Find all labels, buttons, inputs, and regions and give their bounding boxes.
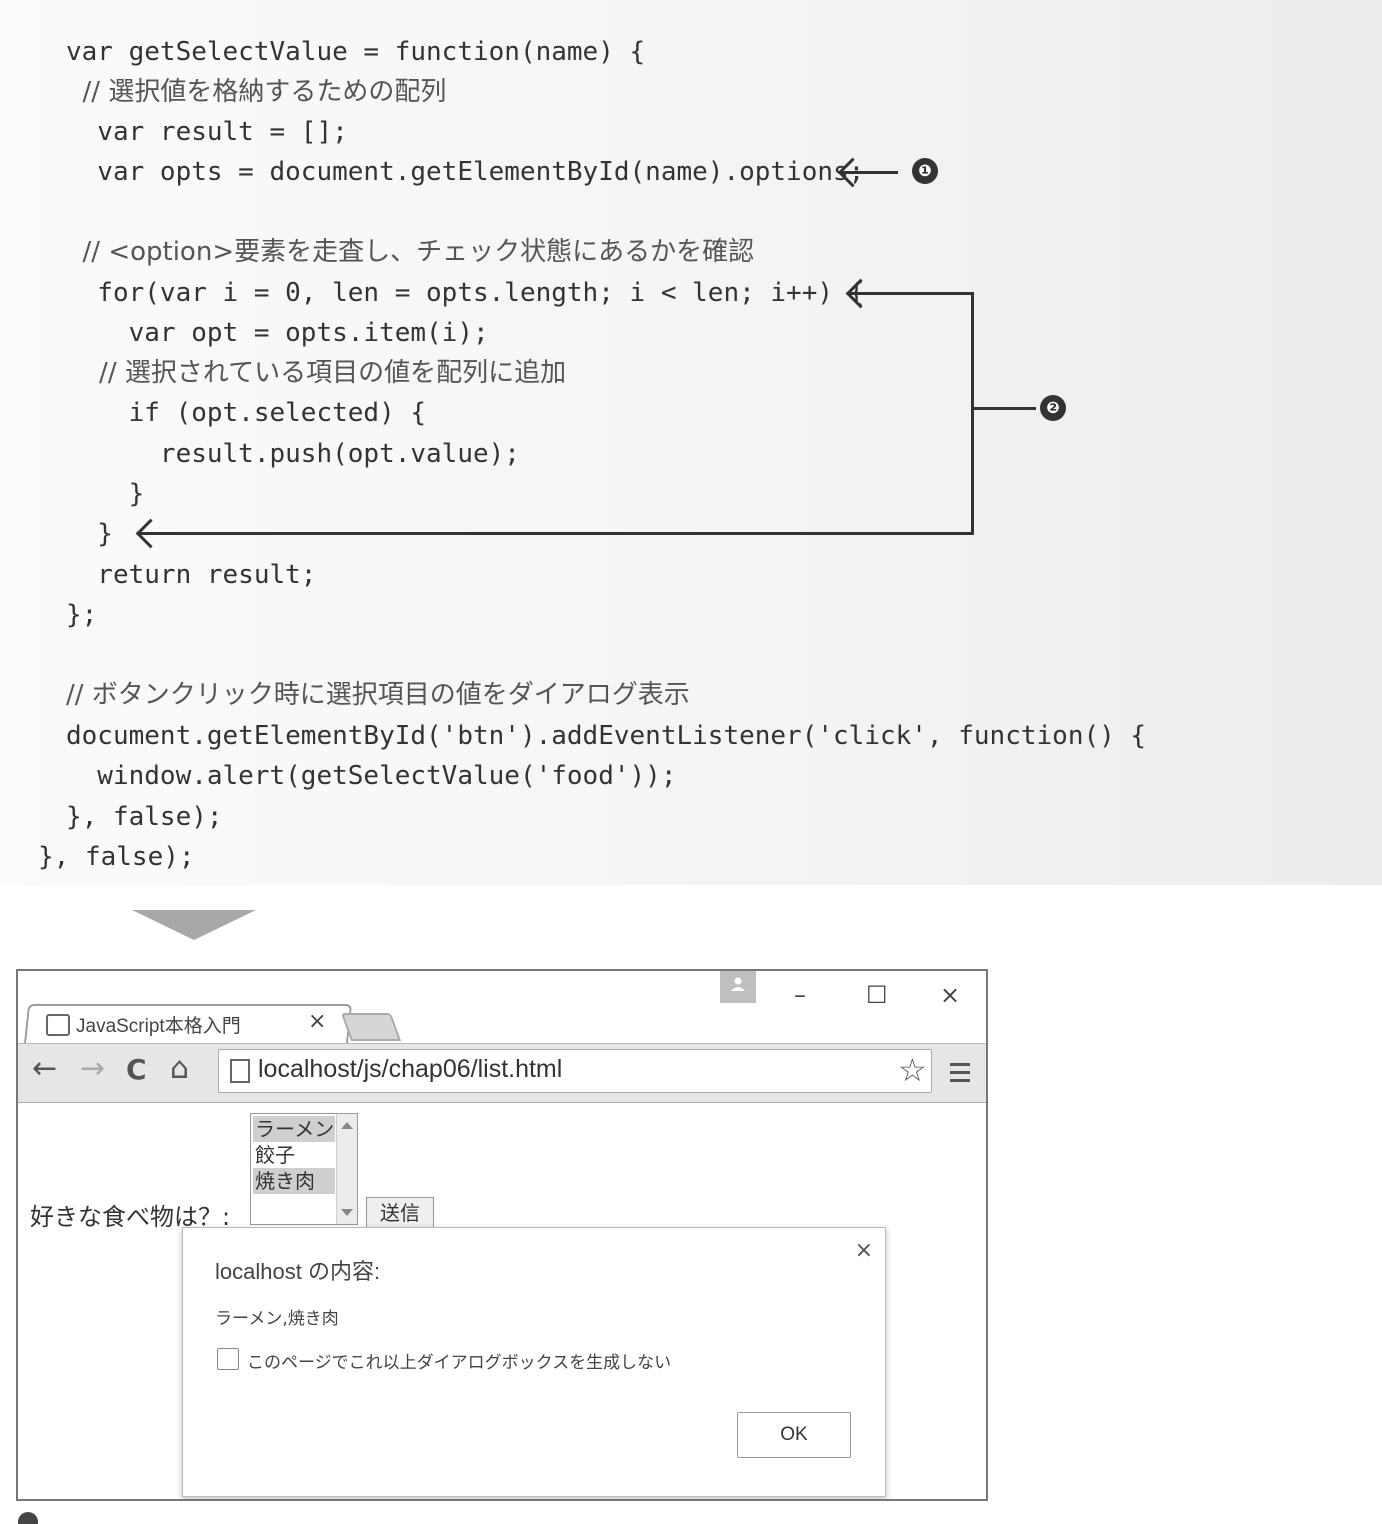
submit-button[interactable]: 送信 xyxy=(366,1197,434,1229)
annotation-2-pointer-line xyxy=(974,407,1036,410)
scroll-up-icon[interactable] xyxy=(341,1122,353,1129)
code-line-11: result.push(opt.value); xyxy=(66,439,520,469)
code-line-15: }; xyxy=(66,600,98,630)
suppress-dialogs-checkbox[interactable] xyxy=(217,1348,239,1370)
bookmark-star-icon[interactable]: ☆ xyxy=(898,1051,927,1089)
code-line-12: } xyxy=(66,479,145,509)
code-line-18: document.getElementById('btn').addEventL… xyxy=(66,721,1147,751)
forward-button[interactable]: → xyxy=(80,1051,105,1086)
code-line-2: // 選択値を格納するための配列 xyxy=(66,77,447,107)
code-listing: var getSelectValue = function(name) { //… xyxy=(0,0,1382,885)
caption-marker-icon xyxy=(18,1512,38,1524)
ok-button[interactable]: OK xyxy=(737,1412,851,1458)
hamburger-menu-icon[interactable] xyxy=(950,1063,970,1087)
tab-close-button[interactable]: × xyxy=(308,1009,326,1034)
maximize-button[interactable]: ☐ xyxy=(866,981,888,1009)
alert-dialog: × localhost の内容: ラーメン,焼き肉 このページでこれ以上ダイアロ… xyxy=(182,1227,886,1497)
suppress-dialogs-label[interactable]: このページでこれ以上ダイアログボックスを生成しない xyxy=(247,1348,671,1373)
annotation-2-bottom-line xyxy=(140,532,974,535)
new-tab-button[interactable] xyxy=(340,1013,402,1041)
profile-icon xyxy=(731,977,745,991)
annotation-2-badge: ❷ xyxy=(1040,395,1066,421)
code-line-9: // 選択されている項目の値を配列に追加 xyxy=(66,358,567,388)
option-ramen[interactable]: ラーメン xyxy=(253,1116,335,1142)
code-line-14: return result; xyxy=(66,560,317,590)
option-yakiniku[interactable]: 焼き肉 xyxy=(253,1168,335,1194)
annotation-2-vertical-line xyxy=(971,292,974,535)
code-line-8: var opt = opts.item(i); xyxy=(66,318,489,348)
code-line-7: for(var i = 0, len = opts.length; i < le… xyxy=(66,278,865,308)
code-line-1: var getSelectValue = function(name) { xyxy=(66,37,646,67)
code-line-21: }, false); xyxy=(38,842,195,872)
dialog-title: localhost の内容: xyxy=(215,1259,381,1284)
code-line-3: var result = []; xyxy=(66,117,348,147)
code-line-13: } xyxy=(66,519,113,549)
page-favicon-icon xyxy=(46,1014,70,1036)
dialog-message: ラーメン,焼き肉 xyxy=(215,1309,339,1329)
close-window-button[interactable]: × xyxy=(940,981,960,1009)
listbox-scrollbar[interactable] xyxy=(336,1114,357,1224)
page-icon xyxy=(230,1059,250,1083)
code-line-20: }, false); xyxy=(66,802,223,832)
url-text[interactable]: localhost/js/chap06/list.html xyxy=(258,1055,562,1084)
reload-button[interactable]: C xyxy=(126,1053,147,1086)
annotation-2-bottom-arrowhead xyxy=(135,518,166,549)
code-line-4: var opts = document.getElementById(name)… xyxy=(66,157,865,187)
option-gyoza[interactable]: 餃子 xyxy=(253,1142,335,1168)
code-line-10: if (opt.selected) { xyxy=(66,398,427,428)
food-listbox[interactable]: ラーメン 餃子 焼き肉 xyxy=(250,1113,358,1225)
down-arrow-icon xyxy=(132,910,256,940)
code-line-19: window.alert(getSelectValue('food')); xyxy=(66,761,677,791)
annotation-1-badge: ❶ xyxy=(912,158,938,184)
code-line-6: // <option>要素を走査し、チェック状態にあるかを確認 xyxy=(66,237,755,267)
dialog-close-button[interactable]: × xyxy=(855,1238,873,1263)
browser-window: JavaScript本格入門 × – ☐ × ← → C ⌂ localhost… xyxy=(16,969,988,1501)
home-button[interactable]: ⌂ xyxy=(170,1051,189,1086)
scroll-down-icon[interactable] xyxy=(341,1209,353,1216)
tab-title: JavaScript本格入門 xyxy=(76,1016,241,1037)
code-line-17: // ボタンクリック時に選択項目の値をダイアログ表示 xyxy=(66,680,690,710)
minimize-button[interactable]: – xyxy=(794,981,806,1009)
back-button[interactable]: ← xyxy=(32,1051,57,1086)
